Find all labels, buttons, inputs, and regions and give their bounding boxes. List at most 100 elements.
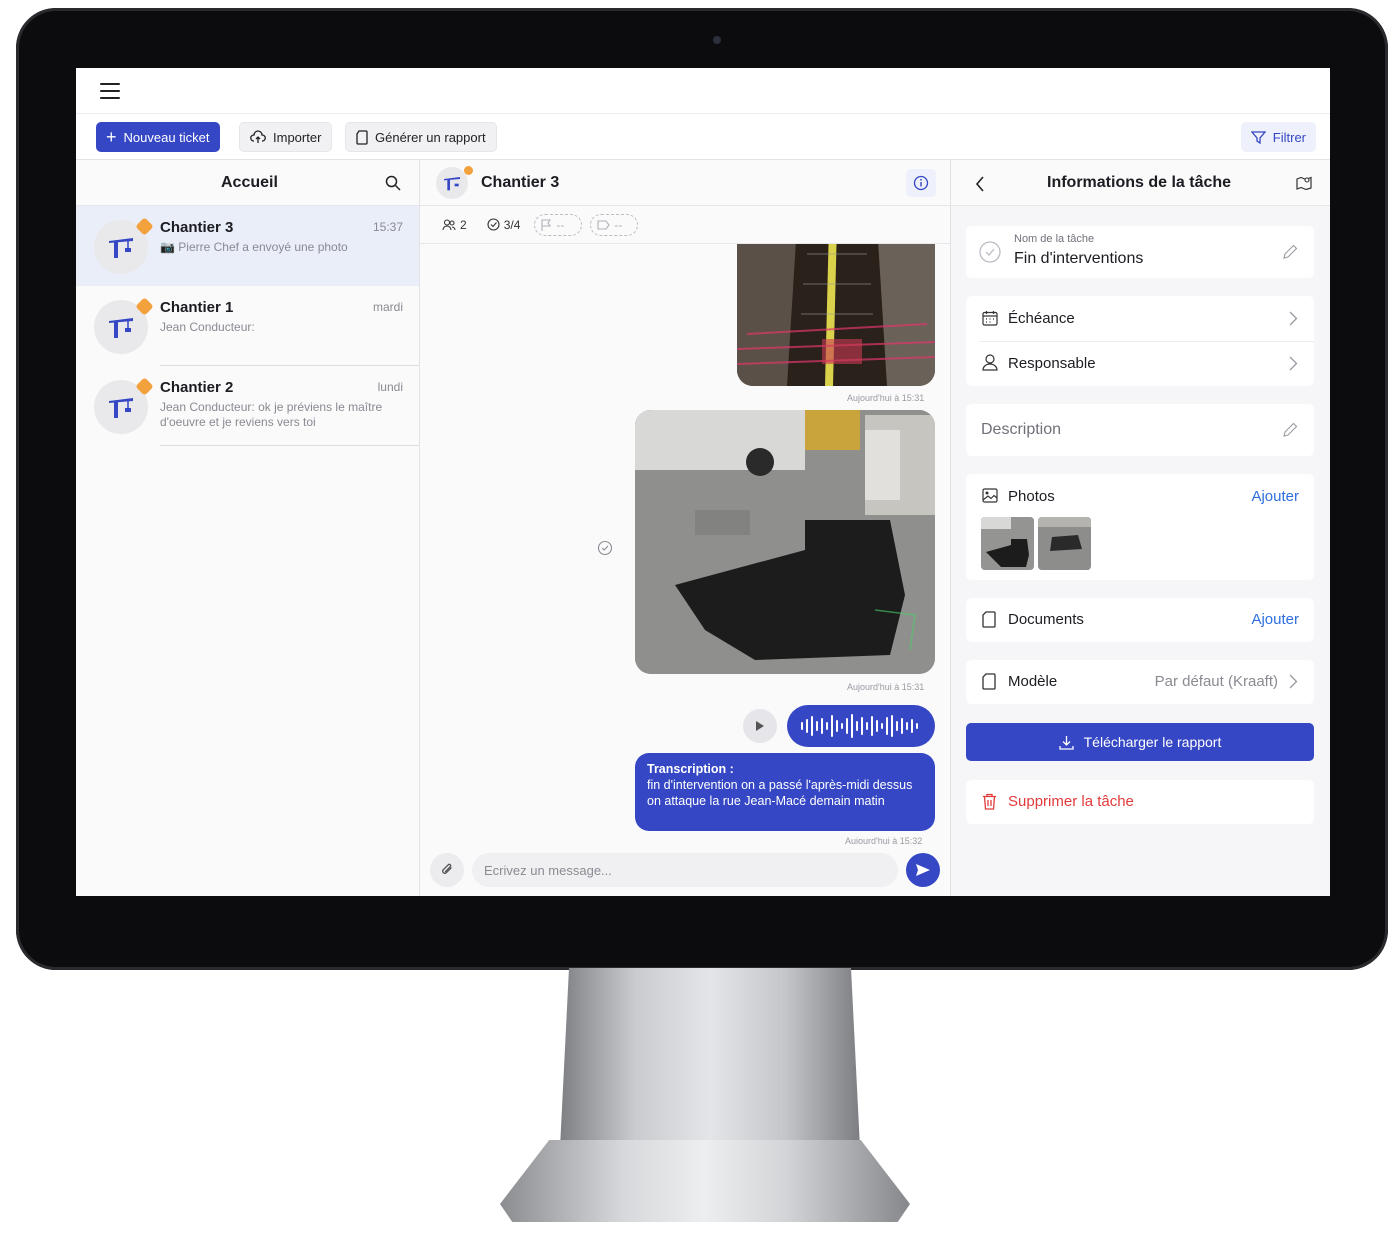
conversation-preview: Jean Conducteur: [160, 320, 255, 334]
chat-panel: Chantier 3 2 3/4 -- -- Aujourd'hui à 15:… [420, 160, 951, 896]
cloud-upload-icon [250, 130, 266, 143]
delete-task-button[interactable]: Supprimer la tâche [966, 780, 1314, 824]
owner-row[interactable]: Responsable [966, 341, 1314, 386]
info-button[interactable] [906, 169, 936, 197]
toolbar: + Nouveau ticket Importer Générer un rap… [76, 114, 1330, 160]
transcription-text: fin d'intervention on a passé l'après-mi… [647, 778, 913, 808]
tag-value: -- [614, 217, 623, 232]
conversation-item[interactable]: Chantier 3 15:37 📷 Pierre Chef a envoyé … [76, 206, 419, 286]
message-timestamp: Aujourd'hui à 15:32 [845, 836, 923, 844]
conversation-preview: Jean Conducteur: ok je préviens le maîtr… [160, 400, 383, 429]
filter-icon [1250, 130, 1266, 144]
import-label: Importer [273, 129, 322, 145]
flag-value: -- [556, 217, 565, 232]
model-card[interactable]: Modèle Par défaut (Kraaft) [966, 660, 1314, 704]
conversation-item[interactable]: Chantier 1 mardi Jean Conducteur: [76, 286, 419, 366]
conversation-name: Chantier 1 [160, 299, 234, 316]
new-ticket-button[interactable]: + Nouveau ticket [96, 122, 220, 152]
download-report-label: Télécharger le rapport [1083, 734, 1222, 750]
trench-photo-image [737, 244, 935, 386]
chevron-right-icon [1289, 311, 1298, 326]
description-label: Description [981, 421, 1062, 438]
conversation-time: lundi [377, 380, 403, 394]
messages-area: Aujourd'hui à 15:31 Aujourd'hui à 15:31 … [420, 244, 950, 844]
flag-chip[interactable]: -- [534, 213, 583, 236]
trash-icon [983, 793, 996, 810]
attach-button[interactable] [430, 853, 464, 887]
monitor-stand [560, 968, 860, 1148]
read-receipt-icon [597, 540, 613, 561]
top-bar [76, 68, 1330, 114]
pencil-icon[interactable] [1282, 422, 1298, 438]
crane-icon [109, 398, 133, 418]
send-icon [916, 864, 930, 876]
map-icon[interactable] [1296, 175, 1312, 191]
add-document-button[interactable]: Ajouter [1251, 611, 1299, 628]
conversation-time: mardi [372, 300, 403, 314]
chevron-right-icon [1289, 674, 1298, 689]
play-icon [756, 721, 764, 731]
trench-photo[interactable] [737, 244, 935, 386]
documents-card: Documents Ajouter [966, 598, 1314, 642]
info-icon [913, 175, 929, 191]
import-button[interactable]: Importer [239, 122, 333, 152]
message-input[interactable] [472, 853, 898, 887]
chat-avatar [436, 167, 468, 199]
send-button[interactable] [906, 853, 940, 887]
crane-icon [109, 238, 133, 258]
status-dot [464, 166, 473, 175]
camera [713, 36, 721, 44]
add-photo-button[interactable]: Ajouter [1251, 488, 1299, 505]
search-icon[interactable] [385, 175, 401, 191]
chevron-right-icon [1289, 356, 1298, 371]
dates-card: Échéance Responsable [966, 296, 1314, 386]
conversation-name: Chantier 3 [160, 219, 234, 236]
monitor-base [500, 1140, 910, 1222]
generate-report-label: Générer un rapport [375, 129, 486, 145]
image-icon [982, 488, 998, 503]
photo-thumbnail-image [1038, 517, 1091, 570]
tag-chip[interactable]: -- [590, 213, 639, 236]
menu-icon[interactable] [100, 83, 120, 99]
asphalt-photo-image [635, 410, 935, 674]
pencil-icon[interactable] [1282, 244, 1298, 260]
new-ticket-label: Nouveau ticket [123, 129, 210, 145]
voice-message-bubble[interactable] [787, 705, 935, 747]
conversation-item[interactable]: Chantier 2 lundi Jean Conducteur: ok je … [76, 366, 419, 446]
due-date-label: Échéance [1008, 310, 1075, 327]
tasks-chip[interactable]: 3/4 [481, 214, 527, 236]
message-timestamp: Aujourd'hui à 15:31 [847, 682, 925, 692]
play-button[interactable] [743, 709, 777, 743]
members-chip[interactable]: 2 [436, 214, 473, 236]
task-name-label: Nom de la tâche [1014, 233, 1095, 245]
task-info-title: Informations de la tâche [1047, 174, 1232, 191]
generate-report-button[interactable]: Générer un rapport [345, 122, 497, 152]
paperclip-icon [442, 863, 452, 874]
photo-thumbnail[interactable] [981, 517, 1034, 570]
download-report-button[interactable]: Télécharger le rapport [966, 723, 1314, 761]
message-composer [420, 844, 950, 896]
check-circle-icon [487, 218, 500, 231]
back-icon[interactable] [975, 176, 985, 192]
conversation-time: 15:37 [372, 220, 403, 234]
members-count: 2 [460, 217, 467, 232]
task-info-header: Informations de la tâche [951, 160, 1330, 206]
asphalt-photo[interactable] [635, 410, 935, 674]
crane-icon [109, 318, 133, 338]
task-info-panel: Informations de la tâche Nom de la tâche… [951, 160, 1330, 896]
due-date-row[interactable]: Échéance [966, 296, 1314, 341]
message-timestamp: Aujourd'hui à 15:31 [847, 393, 925, 403]
check-circle-icon [979, 241, 1001, 263]
photo-thumbnail[interactable] [1038, 517, 1091, 570]
filter-button[interactable]: Filtrer [1240, 122, 1316, 152]
description-card[interactable]: Description [966, 404, 1314, 456]
flag-icon [541, 218, 552, 231]
chat-header: Chantier 3 [420, 160, 950, 206]
photos-card: Photos Ajouter [966, 474, 1314, 580]
document-icon [982, 673, 996, 690]
divider [160, 445, 419, 446]
task-name-card[interactable]: Nom de la tâche Fin d'interventions [966, 226, 1314, 278]
conversation-name: Chantier 2 [160, 379, 234, 396]
model-value: Par défaut (Kraaft) [1154, 673, 1278, 690]
tag-icon [597, 219, 611, 230]
